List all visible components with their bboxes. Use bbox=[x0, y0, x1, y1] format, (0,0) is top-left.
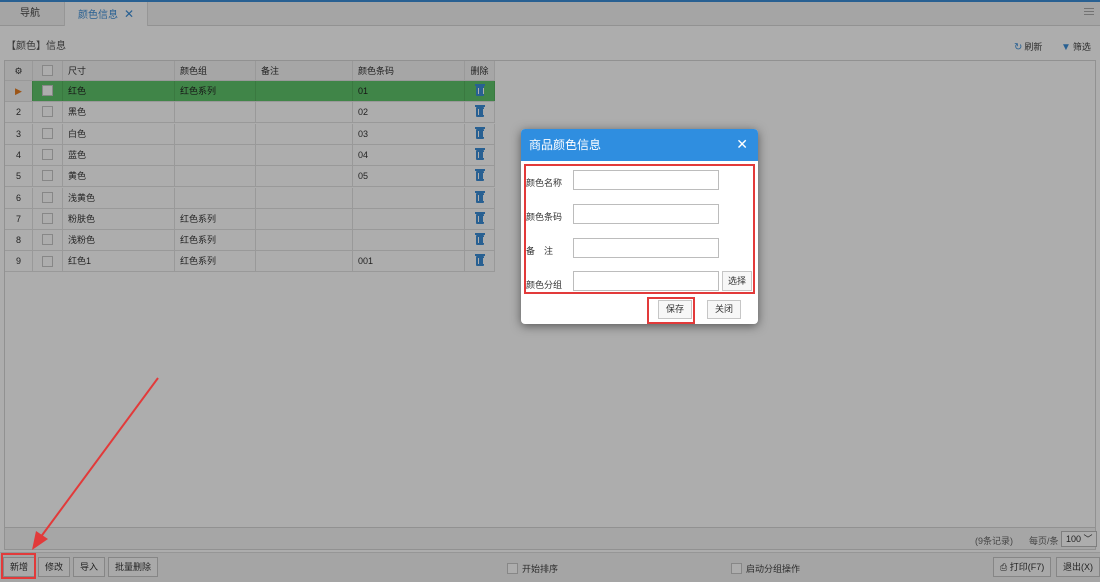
color-group-label: 颜色分组 bbox=[526, 280, 563, 290]
dialog-title: 商品颜色信息 bbox=[521, 129, 758, 161]
note-input[interactable] bbox=[573, 238, 719, 258]
color-code-label: 颜色条码 bbox=[526, 212, 563, 222]
color-name-input[interactable] bbox=[573, 170, 719, 190]
dialog-close-icon[interactable]: ✕ bbox=[736, 137, 748, 151]
color-name-label: 颜色名称 bbox=[526, 178, 563, 188]
color-code-input[interactable] bbox=[573, 204, 719, 224]
close-button[interactable]: 关闭 bbox=[707, 300, 742, 319]
note-label: 备 注 bbox=[526, 246, 554, 256]
save-button[interactable]: 保存 bbox=[658, 300, 693, 319]
color-group-input[interactable] bbox=[573, 271, 719, 291]
color-info-dialog: 商品颜色信息 ✕ 颜色名称 颜色条码 备 注 颜色分组 选择 保存 关闭 bbox=[521, 129, 758, 324]
select-group-button[interactable]: 选择 bbox=[722, 271, 752, 291]
